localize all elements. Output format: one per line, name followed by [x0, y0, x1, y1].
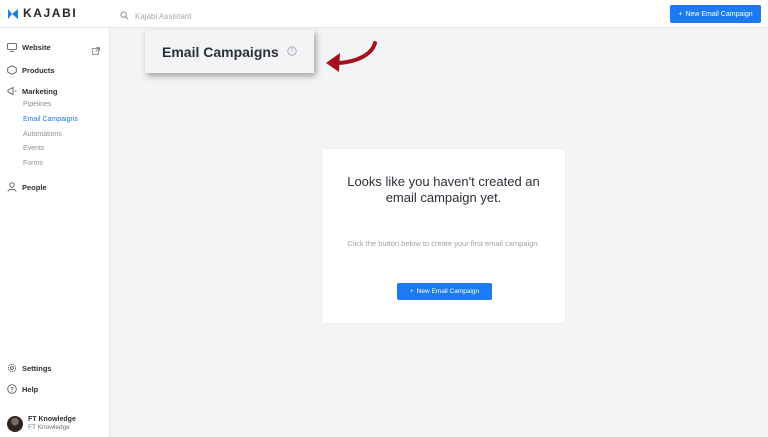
plus-icon: +: [678, 10, 683, 18]
search-icon: [120, 7, 129, 25]
empty-state-text: Click the button below to create your fi…: [347, 239, 540, 248]
question-circle-icon[interactable]: ?: [287, 43, 297, 61]
sidebar-item-settings[interactable]: Settings: [7, 363, 52, 373]
annotation-arrow-icon: [322, 40, 378, 79]
sidebar-item-marketing[interactable]: Marketing: [7, 86, 57, 96]
sidebar-subitem-forms[interactable]: Forms: [23, 160, 43, 167]
user-name: FT Knowledge: [28, 416, 76, 423]
svg-text:?: ?: [290, 49, 294, 55]
sidebar-subitem-events[interactable]: Events: [23, 145, 44, 152]
monitor-icon: [7, 43, 17, 52]
new-email-campaign-label: New Email Campaign: [685, 10, 753, 18]
top-bar: KAJABI + New Email Campaign: [0, 0, 768, 28]
svg-text:?: ?: [10, 387, 14, 393]
sidebar-item-help[interactable]: ? Help: [7, 384, 38, 394]
sidebar-item-website[interactable]: Website: [7, 43, 51, 52]
page-title: Email Campaigns: [162, 43, 279, 60]
avatar: [7, 415, 23, 432]
page-title-callout: Email Campaigns ?: [145, 30, 314, 73]
empty-state-heading: Looks like you haven't created an email …: [347, 174, 540, 205]
sidebar-subitem-pipelines[interactable]: Pipelines: [23, 101, 51, 108]
user-site: FT Knowledge: [28, 424, 70, 431]
search-input[interactable]: [135, 11, 295, 21]
products-icon: [7, 65, 17, 75]
user-account[interactable]: FT Knowledge FT Knowledge: [7, 415, 76, 432]
external-link-icon[interactable]: [92, 42, 100, 60]
marketing-icon: [7, 86, 17, 96]
new-email-campaign-button[interactable]: + New Email Campaign: [670, 5, 761, 23]
sidebar-item-label: People: [22, 182, 47, 192]
gear-icon: [7, 363, 17, 373]
kajabi-logo[interactable]: KAJABI: [7, 6, 77, 20]
sidebar-item-label: Marketing: [22, 86, 58, 96]
sidebar-item-products[interactable]: Products: [7, 65, 55, 75]
sidebar-subitem-automations[interactable]: Automations: [23, 131, 62, 138]
empty-state-card: Looks like you haven't created an email …: [321, 148, 566, 324]
search-bar[interactable]: [120, 7, 295, 25]
sidebar-item-label: Settings: [22, 363, 52, 373]
logo-text: KAJABI: [23, 6, 78, 20]
sidebar-item-label: Website: [22, 43, 51, 52]
new-email-campaign-cta-button[interactable]: + New Email Campaign: [397, 283, 492, 300]
sidebar: Website Products Marketing Pipelines Ema…: [0, 28, 110, 437]
new-email-campaign-cta-label: New Email Campaign: [416, 288, 480, 295]
sidebar-item-people[interactable]: People: [7, 182, 47, 192]
person-icon: [7, 182, 17, 192]
sidebar-subitem-email-campaigns[interactable]: Email Campaigns: [23, 116, 78, 123]
sidebar-item-label: Products: [22, 65, 55, 75]
help-icon: ?: [7, 384, 17, 394]
kajabi-logo-icon: [7, 7, 19, 19]
sidebar-item-label: Help: [22, 384, 39, 394]
plus-icon: +: [409, 288, 414, 295]
